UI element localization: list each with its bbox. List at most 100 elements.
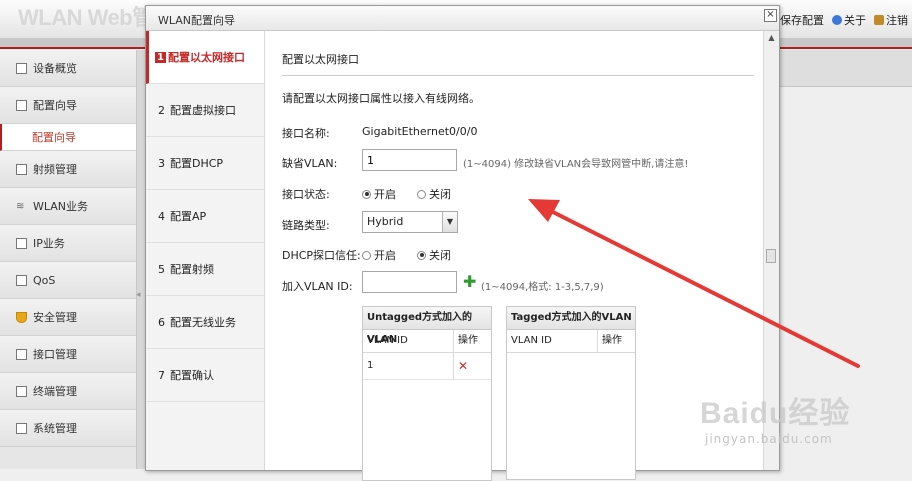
logout-label: 注销	[886, 14, 908, 27]
sidebar-item-wizard[interactable]: 配置向导	[0, 87, 136, 124]
step-label: 配置虚拟接口	[170, 104, 236, 117]
close-button[interactable]: ×	[764, 9, 777, 22]
radio-empty-icon	[417, 189, 426, 199]
sidebar-item-security[interactable]: 安全管理	[0, 299, 136, 336]
logout-link[interactable]: 注销	[874, 12, 908, 28]
vlan-id-cell: 1	[363, 353, 454, 379]
table-header-row: VLAN ID 操作	[363, 330, 491, 353]
step-confirm[interactable]: 7 配置确认	[146, 349, 264, 402]
col-vlan-id: VLAN ID	[507, 330, 598, 352]
vlan-label: 缺省VLAN:	[282, 157, 338, 170]
link-type-label: 链路类型:	[282, 219, 330, 232]
add-vlan-button[interactable]: ✚	[463, 274, 476, 290]
untagged-vlan-table: Untagged方式加入的VLAN VLAN ID 操作 1 ✕	[362, 306, 492, 481]
sidebar-item-label: WLAN业务	[33, 200, 89, 213]
step-dhcp[interactable]: 3 配置DHCP	[146, 137, 264, 190]
sidebar-item-label: IP业务	[33, 237, 65, 250]
sidebar-item-radio[interactable]: 射频管理	[0, 151, 136, 188]
sidebar-item-ip[interactable]: IP业务	[0, 225, 136, 262]
overview-icon	[16, 62, 27, 74]
sidebar-item-interface[interactable]: 接口管理	[0, 336, 136, 373]
sidebar-item-overview[interactable]: 设备概览	[0, 50, 136, 87]
link-type-value: Hybrid	[367, 215, 404, 228]
system-icon	[16, 422, 27, 434]
sidebar-item-terminal[interactable]: 终端管理	[0, 373, 136, 410]
default-vlan-input[interactable]	[362, 149, 457, 171]
shield-icon	[16, 311, 27, 323]
wizard-dialog: WLAN配置向导 × 1 配置以太网接口 2 配置虚拟接口 3 配置DHCP 4 配置A…	[145, 5, 780, 481]
radio-selected-icon	[417, 250, 426, 260]
dhcp-on-radio[interactable]: 开启	[362, 247, 396, 263]
wifi-icon: ≋	[16, 200, 25, 212]
step-number: 7	[158, 368, 165, 382]
step-wireless-service[interactable]: 6 配置无线业务	[146, 296, 264, 349]
step-ap[interactable]: 4 配置AP	[146, 190, 264, 243]
col-operation: 操作	[602, 335, 622, 346]
iface-label: 接口名称:	[282, 127, 330, 140]
wizard-icon	[16, 99, 27, 111]
content-intro: 请配置以太网接口属性以接入有线网络。	[282, 92, 480, 105]
sidebar-item-qos[interactable]: QoS	[0, 262, 136, 299]
sidebar-splitter[interactable]	[137, 50, 145, 469]
dialog-title: WLAN配置向导	[158, 14, 236, 27]
sidebar-item-label: 终端管理	[33, 385, 77, 398]
scroll-thumb[interactable]	[766, 249, 776, 263]
sidebar-item-label: 安全管理	[33, 311, 77, 324]
collapse-arrow-icon[interactable]: ◂	[136, 290, 141, 300]
sidebar-item-label: 配置向导	[33, 99, 77, 112]
state-on-label: 开启	[374, 188, 396, 201]
about-link[interactable]: 关于	[832, 12, 866, 28]
table-row: 1 ✕	[363, 353, 491, 380]
step-label: 配置AP	[170, 210, 207, 223]
sidebar-item-label: QoS	[33, 273, 56, 287]
sidebar-item-wlan[interactable]: ≋ WLAN业务	[0, 188, 136, 225]
dhcp-off-radio[interactable]: 关闭	[417, 247, 451, 263]
step-radio[interactable]: 5 配置射频	[146, 243, 264, 296]
chevron-down-icon: ▼	[442, 212, 457, 232]
qos-icon	[16, 274, 27, 286]
sidebar-item-system[interactable]: 系统管理	[0, 410, 136, 447]
ip-icon	[16, 237, 27, 249]
radio-icon	[16, 163, 27, 175]
sidebar-item-label: 射频管理	[33, 163, 77, 176]
vlan-hint: (1~4094) 修改缺省VLAN会导致网管中断,请注意!	[463, 159, 689, 170]
join-vlan-input[interactable]	[362, 271, 457, 293]
save-config-label: 保存配置	[780, 14, 824, 27]
step-number: 1	[155, 51, 166, 63]
step-ethernet[interactable]: 1 配置以太网接口	[146, 31, 264, 84]
step-number: 3	[158, 156, 165, 170]
step-label: 配置射频	[170, 263, 214, 276]
step-virtual-interface[interactable]: 2 配置虚拟接口	[146, 84, 264, 137]
step-number: 4	[158, 209, 165, 223]
sidebar: 设备概览 配置向导 配置向导 射频管理 ≋ WLAN业务 IP业务 QoS 安全管…	[0, 50, 137, 469]
step-number: 5	[158, 262, 165, 276]
delete-icon[interactable]: ✕	[458, 359, 468, 373]
sidebar-subitem-label: 配置向导	[32, 131, 76, 144]
sidebar-subitem-wizard[interactable]: 配置向导	[0, 124, 136, 151]
state-off-radio[interactable]: 关闭	[417, 186, 451, 202]
radio-empty-icon	[362, 250, 371, 260]
content-title: 配置以太网接口	[282, 51, 754, 76]
dhcp-on-label: 开启	[374, 249, 396, 262]
join-vlan-label: 加入VLAN ID:	[282, 280, 353, 293]
dialog-titlebar: WLAN配置向导 ×	[146, 6, 779, 31]
link-type-select[interactable]: Hybrid ▼	[362, 211, 458, 233]
step-label: 配置DHCP	[170, 157, 224, 170]
logout-icon	[874, 15, 884, 25]
state-on-radio[interactable]: 开启	[362, 186, 396, 202]
radio-selected-icon	[362, 189, 371, 199]
tagged-table-title: Tagged方式加入的VLAN	[507, 307, 635, 330]
dhcp-off-label: 关闭	[429, 249, 451, 262]
step-number: 2	[158, 103, 165, 117]
table-header-row: VLAN ID 操作	[507, 330, 635, 353]
step-number: 6	[158, 315, 165, 329]
step-label: 配置以太网接口	[167, 51, 245, 64]
step-content: 配置以太网接口 请配置以太网接口属性以接入有线网络。 接口名称: Gigabit…	[282, 31, 756, 481]
col-operation: 操作	[458, 335, 478, 346]
terminal-icon	[16, 385, 27, 397]
iface-value: GigabitEthernet0/0/0	[362, 125, 478, 138]
scroll-up-icon[interactable]: ▲	[764, 31, 779, 45]
state-off-label: 关闭	[429, 188, 451, 201]
header-links: 保存配置 关于 注销	[768, 12, 908, 28]
wizard-steps: 1 配置以太网接口 2 配置虚拟接口 3 配置DHCP 4 配置AP 5 配置射频 6 配置…	[146, 31, 265, 470]
